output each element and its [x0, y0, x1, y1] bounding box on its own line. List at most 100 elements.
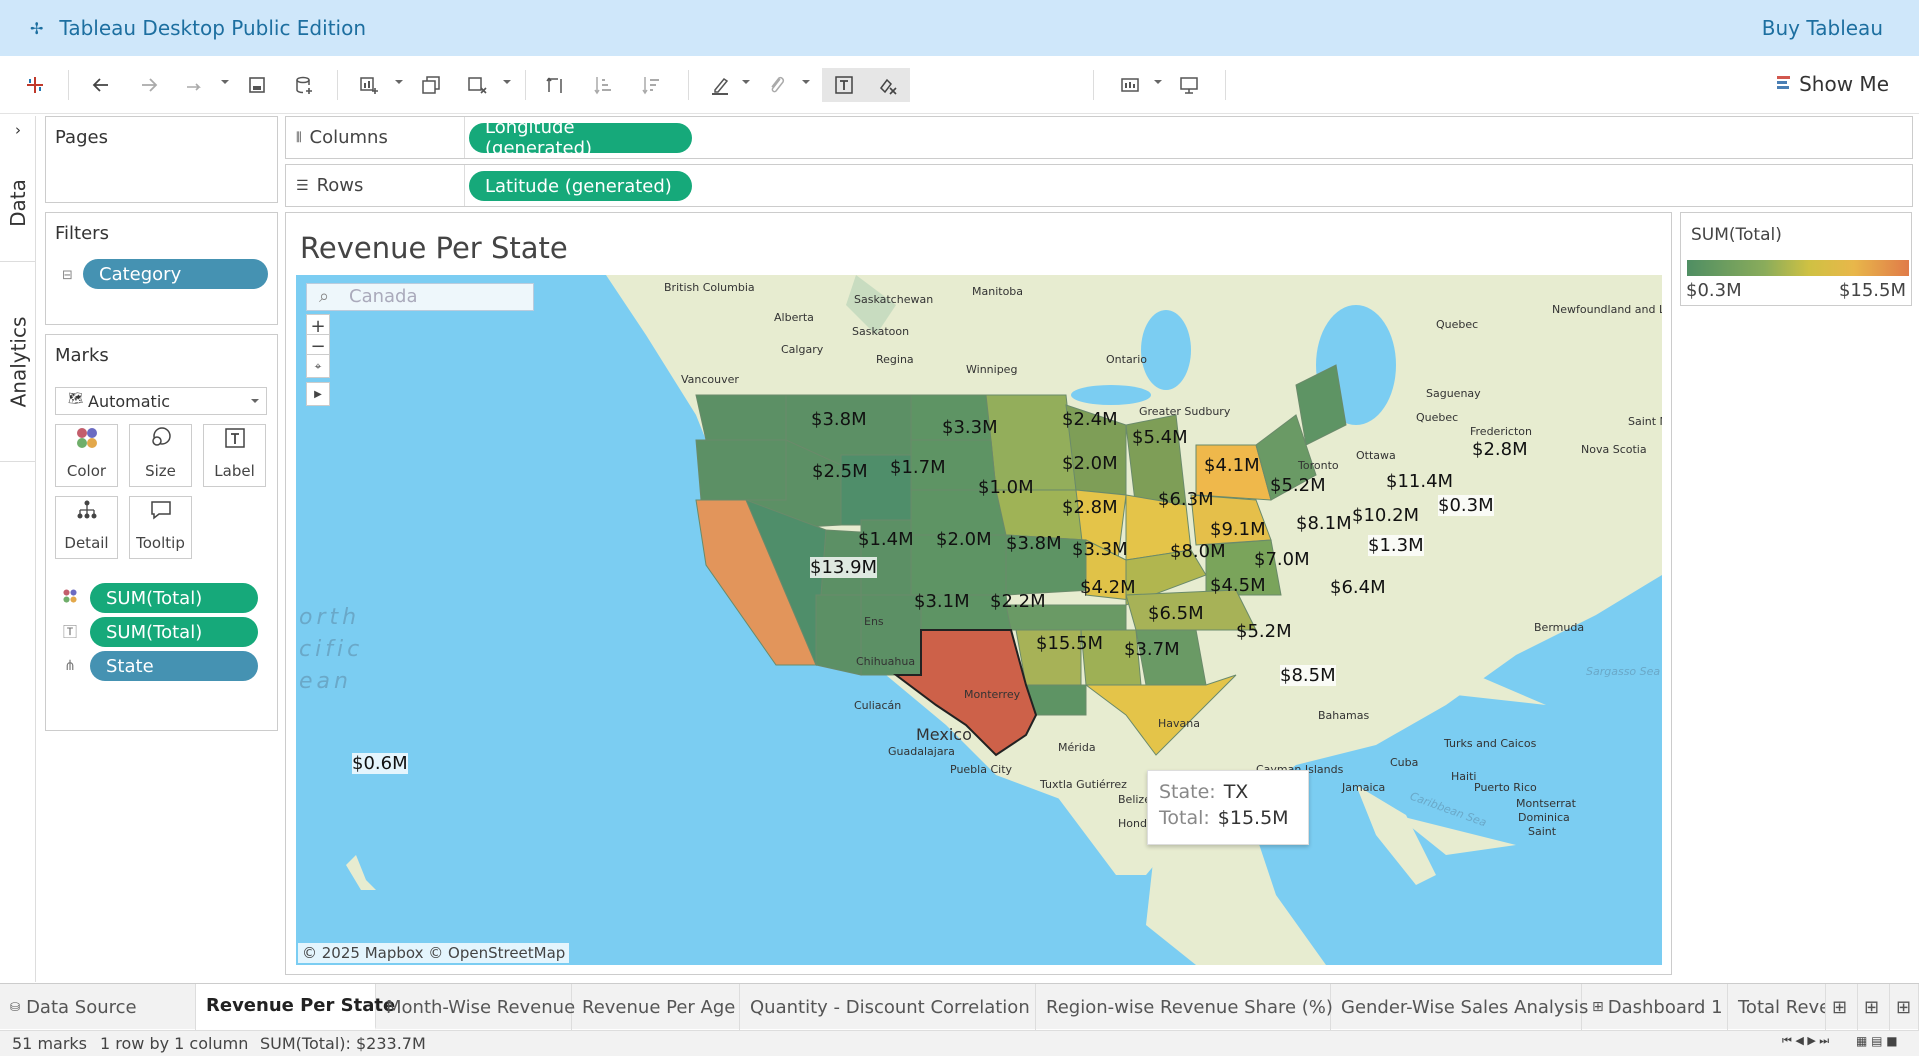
map-place-label: Dominica	[1518, 811, 1570, 824]
tab-dashboard-1[interactable]: ⊞ Dashboard 1	[1582, 984, 1728, 1030]
state-value-label[interactable]: $1.7M	[890, 457, 946, 478]
marks-card[interactable]: Marks 🗺 Automatic Color Size Label Detai…	[45, 334, 278, 731]
size-button[interactable]: Size	[129, 424, 192, 487]
pages-card[interactable]: Pages	[45, 116, 278, 203]
state-value-label[interactable]: $1.4M	[858, 529, 914, 550]
columns-pill[interactable]: Longitude (generated)	[469, 117, 692, 159]
tab-revenue-per-age[interactable]: Revenue Per Age	[572, 984, 740, 1030]
map-toolbar-expand-icon[interactable]: ▶	[306, 382, 330, 406]
state-value-label[interactable]: $3.3M	[942, 417, 998, 438]
state-value-label[interactable]: $7.0M	[1254, 549, 1310, 570]
filters-card[interactable]: Filters ⊟ Category	[45, 212, 278, 325]
sort-descending-icon[interactable]	[634, 68, 668, 102]
state-value-label[interactable]: $13.9M	[810, 557, 878, 578]
tableau-logo-button[interactable]	[18, 68, 52, 102]
view-sheet-icons[interactable]: ▦ ▤ ■	[1856, 1034, 1898, 1048]
map-attribution[interactable]: © 2025 Mapbox © OpenStreetMap	[298, 943, 570, 963]
mark-type-dropdown[interactable]: 🗺 Automatic	[55, 387, 267, 415]
label-field-pill[interactable]: SUM(Total)	[90, 617, 258, 647]
new-story-tab-icon[interactable]: ⊞	[1890, 984, 1919, 1030]
new-data-source-icon[interactable]	[287, 68, 321, 102]
state-value-label[interactable]: $5.2M	[1236, 621, 1292, 642]
state-value-label[interactable]: $4.2M	[1080, 577, 1136, 598]
filter-pill-category[interactable]: Category	[83, 259, 268, 289]
map-search-input[interactable]: ⌕ Canada	[306, 283, 534, 311]
detail-field-pill[interactable]: State	[90, 651, 258, 681]
color-field-pill[interactable]: SUM(Total)	[90, 583, 258, 613]
tab-total-revenue[interactable]: Total Reve	[1728, 984, 1826, 1030]
redo-icon[interactable]	[132, 68, 166, 102]
state-value-label[interactable]: $8.0M	[1170, 541, 1226, 562]
state-value-label[interactable]: $15.5M	[1036, 633, 1103, 654]
state-value-label[interactable]: $0.3M	[1438, 495, 1494, 516]
analytics-tab[interactable]: Analytics	[0, 262, 36, 462]
label-button[interactable]: Label	[203, 424, 266, 487]
state-value-label[interactable]: $2.8M	[1472, 439, 1528, 460]
sheet-navigation-icon[interactable]: ⏮ ◀ ▶ ⏭	[1782, 1034, 1829, 1048]
state-value-label[interactable]: $6.4M	[1330, 577, 1386, 598]
rows-pill[interactable]: Latitude (generated)	[469, 171, 692, 201]
replay-icon[interactable]	[178, 68, 212, 102]
save-icon[interactable]	[240, 68, 274, 102]
tooltip-button[interactable]: Tooltip	[129, 496, 192, 559]
fix-axes-icon[interactable]	[866, 68, 910, 102]
device-preview-icon[interactable]	[1172, 68, 1206, 102]
detail-button[interactable]: Detail	[55, 496, 118, 559]
tab-data-source[interactable]: ⛁ Data Source	[0, 984, 196, 1030]
state-value-label[interactable]: $2.2M	[990, 591, 1046, 612]
state-value-label[interactable]: $9.1M	[1210, 519, 1266, 540]
new-worksheet-icon[interactable]	[352, 68, 386, 102]
new-worksheet-tab-icon[interactable]: ⊞	[1826, 984, 1858, 1030]
tab-month-wise-revenue[interactable]: Month-Wise Revenue	[376, 984, 575, 1030]
show-mark-labels-icon[interactable]	[822, 68, 866, 102]
new-dashboard-tab-icon[interactable]: ⊞	[1858, 984, 1890, 1030]
state-value-label[interactable]: $2.8M	[1062, 497, 1118, 518]
state-value-label[interactable]: $6.3M	[1158, 489, 1214, 510]
tab-gender-wise[interactable]: Gender-Wise Sales Analysis	[1331, 984, 1588, 1030]
map-place-label: Saint Mic	[1628, 415, 1662, 428]
state-value-label[interactable]: $1.0M	[978, 477, 1034, 498]
clear-sheet-icon[interactable]	[460, 68, 494, 102]
state-value-label[interactable]: $10.2M	[1352, 505, 1419, 526]
state-value-label[interactable]: $1.3M	[1368, 535, 1424, 556]
tab-region-wise[interactable]: Region-wise Revenue Share (%)	[1036, 984, 1333, 1030]
highlight-icon[interactable]	[703, 68, 737, 102]
state-value-label[interactable]: $5.2M	[1270, 475, 1326, 496]
tab-quantity-discount[interactable]: Quantity - Discount Correlation	[740, 984, 1036, 1030]
columns-shelf[interactable]: ⫼ Columns Longitude (generated)	[285, 116, 1913, 159]
color-legend[interactable]: SUM(Total) $0.3M $15.5M	[1680, 212, 1912, 306]
color-button[interactable]: Color	[55, 424, 118, 487]
state-value-label[interactable]: $3.8M	[1006, 533, 1062, 554]
expand-panel-icon[interactable]: ›	[0, 116, 36, 144]
sort-ascending-icon[interactable]	[586, 68, 620, 102]
state-value-label[interactable]: $2.4M	[1062, 409, 1118, 430]
state-value-label[interactable]: $2.0M	[936, 529, 992, 550]
state-value-label[interactable]: $4.5M	[1210, 575, 1266, 596]
reset-map-icon[interactable]: ⌖	[306, 354, 330, 378]
state-value-label[interactable]: $3.3M	[1072, 539, 1128, 560]
map-view[interactable]: ⌕ Canada + − ⌖ ▶ orth cific ean British C…	[296, 275, 1662, 965]
state-value-label[interactable]: $11.4M	[1386, 471, 1453, 492]
state-value-label[interactable]: $3.7M	[1124, 639, 1180, 660]
group-members-icon[interactable]	[760, 68, 794, 102]
duplicate-sheet-icon[interactable]	[414, 68, 448, 102]
undo-icon[interactable]	[84, 68, 118, 102]
buy-tableau-link[interactable]: Buy Tableau	[1762, 16, 1883, 40]
state-value-label[interactable]: $6.5M	[1148, 603, 1204, 624]
presentation-view-icon[interactable]	[1113, 68, 1147, 102]
state-value-label[interactable]: $0.6M	[352, 753, 408, 774]
data-tab[interactable]: Data	[0, 144, 36, 262]
rows-shelf[interactable]: ☰ Rows Latitude (generated)	[285, 164, 1913, 207]
state-value-label[interactable]: $4.1M	[1204, 455, 1260, 476]
state-value-label[interactable]: $3.8M	[811, 409, 867, 430]
tab-revenue-per-state[interactable]: Revenue Per State	[196, 984, 395, 1030]
state-value-label[interactable]: $8.1M	[1296, 513, 1352, 534]
state-value-label[interactable]: $3.1M	[914, 591, 970, 612]
state-value-label[interactable]: $8.5M	[1280, 665, 1336, 686]
state-value-label[interactable]: $2.0M	[1062, 453, 1118, 474]
state-value-label[interactable]: $5.4M	[1132, 427, 1188, 448]
tooltip-icon	[149, 498, 173, 528]
show-me-button[interactable]: Show Me	[1777, 72, 1889, 96]
state-value-label[interactable]: $2.5M	[812, 461, 868, 482]
swap-rows-columns-icon[interactable]	[538, 68, 572, 102]
